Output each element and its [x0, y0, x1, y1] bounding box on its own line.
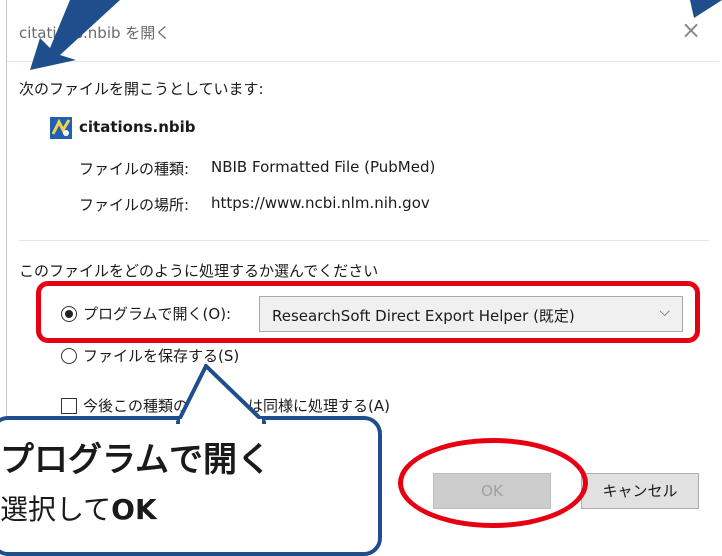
section-divider	[19, 240, 709, 241]
close-button[interactable]: ×	[677, 16, 705, 44]
callout-line1: プログラムで開く	[0, 440, 271, 480]
file-location-value: https://www.ncbi.nlm.nih.gov	[211, 194, 430, 212]
highlight-open-with-row	[36, 281, 700, 343]
cancel-button[interactable]: キャンセル	[581, 473, 699, 509]
callout-line2: 選択してOK	[0, 488, 157, 528]
intro-text: 次のファイルを開こうとしています:	[19, 80, 264, 98]
file-location-label: ファイルの場所:	[79, 196, 190, 214]
arrow-pointer-icon	[690, 0, 722, 18]
callout-pointer	[176, 364, 266, 424]
file-type-value: NBIB Formatted File (PubMed)	[211, 158, 436, 176]
arrow-pointer-icon	[30, 0, 120, 70]
save-file-label[interactable]: ファイルを保存する(S)	[83, 345, 239, 366]
callout-line2-prefix: 選択して	[0, 493, 112, 526]
save-file-radio[interactable]	[61, 348, 77, 364]
highlight-ok-button	[398, 438, 588, 528]
file-name: citations.nbib	[79, 118, 196, 136]
remember-checkbox[interactable]	[61, 398, 77, 414]
file-type-label: ファイルの種類:	[79, 160, 190, 178]
question-text: このファイルをどのように処理するか選んでください	[19, 262, 379, 280]
callout-line2-ok: OK	[111, 493, 157, 526]
nbib-file-icon	[50, 117, 72, 139]
